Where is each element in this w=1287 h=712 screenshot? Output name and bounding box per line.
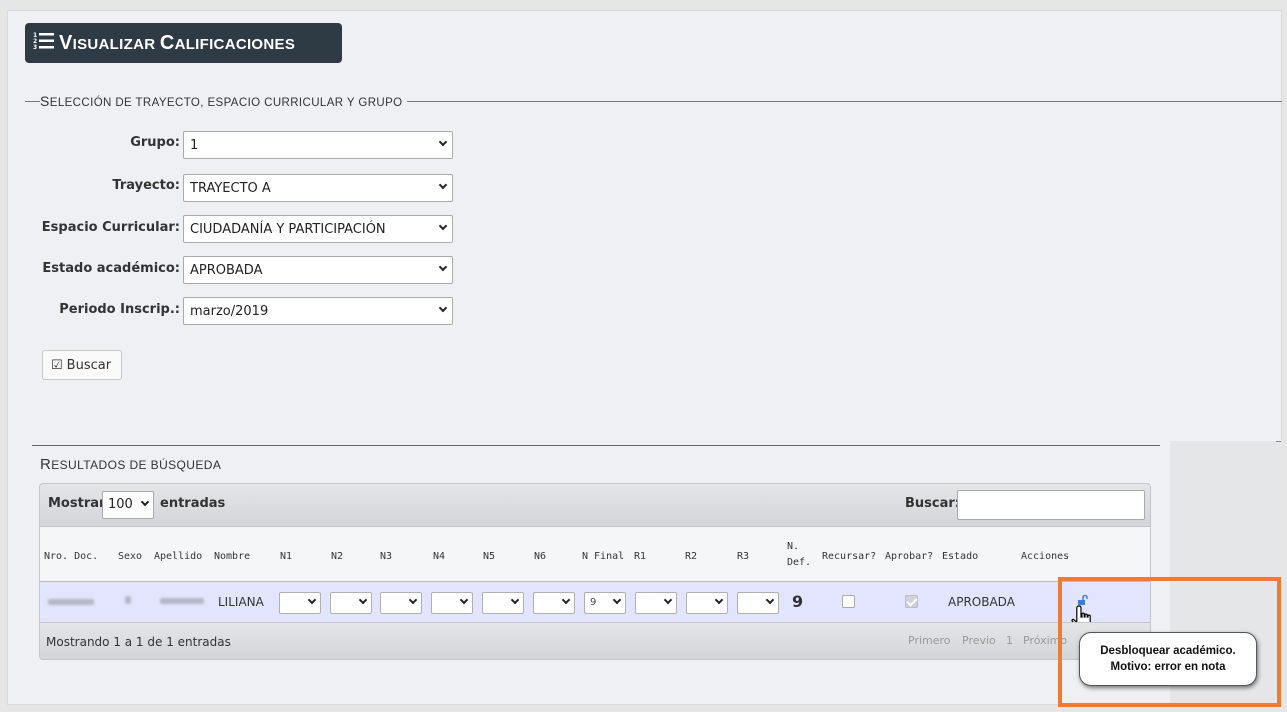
- chevron-down-icon: [140, 497, 150, 507]
- col-header[interactable]: Aprobar?: [885, 551, 933, 562]
- page-title: 1 2 3 VISUALIZAR CALIFICACIONES: [25, 23, 342, 63]
- n1-select[interactable]: [279, 592, 321, 614]
- chevron-down-icon: [438, 221, 448, 231]
- chevron-down-icon: [459, 595, 469, 605]
- chevron-down-icon: [714, 595, 724, 605]
- r1-select[interactable]: [635, 592, 677, 614]
- estado-select[interactable]: APROBADA: [183, 256, 453, 284]
- col-header[interactable]: Apellido: [154, 551, 202, 562]
- chevron-down-icon: [408, 595, 418, 605]
- col-header: Def.: [787, 557, 812, 568]
- results-title: RESULTADOS DE BÚSQUEDA: [40, 456, 222, 473]
- pager-prev[interactable]: Previo: [962, 634, 996, 647]
- recursar-checkbox[interactable]: [842, 595, 855, 608]
- chevron-down-icon: [765, 595, 775, 605]
- table-toolbar: Mostrar 100 entradas Buscar:: [39, 483, 1151, 527]
- col-header[interactable]: Nombre: [214, 551, 250, 562]
- table-footer: Mostrando 1 a 1 de 1 entradas Primero Pr…: [39, 622, 1151, 660]
- grupo-select[interactable]: 1: [183, 131, 453, 159]
- r2-select[interactable]: [686, 592, 728, 614]
- table-info: Mostrando 1 a 1 de 1 entradas: [46, 635, 231, 649]
- redacted-doc: [48, 599, 94, 605]
- chevron-down-icon: [438, 303, 448, 313]
- col-header[interactable]: Recursar?: [822, 551, 876, 562]
- espacio-row: Espacio Curricular:: [0, 215, 180, 243]
- svg-text:3: 3: [33, 44, 37, 51]
- col-header[interactable]: N6: [534, 551, 546, 562]
- estado-label: Estado académico:: [42, 261, 180, 276]
- col-header[interactable]: Sexo: [118, 551, 142, 562]
- table-row: LILIANA 9 9 APROBADA: [39, 582, 1151, 622]
- trayecto-label: Trayecto:: [112, 178, 180, 193]
- chevron-down-icon: [438, 180, 448, 190]
- col-header[interactable]: N5: [483, 551, 495, 562]
- n4-select[interactable]: [431, 592, 473, 614]
- page-title-text: VISUALIZAR CALIFICACIONES: [59, 31, 296, 54]
- espacio-label: Espacio Curricular:: [41, 220, 180, 235]
- fieldset-legend: SELECCIÓN DE TRAYECTO, ESPACIO CURRICULA…: [40, 93, 407, 109]
- col-header[interactable]: R2: [685, 551, 697, 562]
- chevron-down-icon: [561, 595, 571, 605]
- search-input[interactable]: [957, 490, 1145, 520]
- chevron-down-icon: [438, 137, 448, 147]
- check-square-icon: ☑: [51, 357, 63, 373]
- col-header[interactable]: N4: [433, 551, 445, 562]
- n5-select[interactable]: [482, 592, 524, 614]
- chevron-down-icon: [510, 595, 520, 605]
- table-header: Nro. Doc. Sexo Apellido Nombre N1 N2 N3 …: [39, 527, 1151, 582]
- periodo-row: Periodo Inscrip.:: [0, 297, 180, 325]
- estado-cell: APROBADA: [948, 595, 1015, 609]
- col-header[interactable]: N.: [787, 541, 799, 552]
- n-final-select[interactable]: 9: [584, 592, 626, 614]
- col-header[interactable]: Acciones: [1021, 551, 1069, 562]
- espacio-select[interactable]: CIUDADANÍA Y PARTICIPACIÓN: [183, 215, 453, 243]
- col-header[interactable]: Estado: [942, 551, 978, 562]
- col-header[interactable]: R3: [737, 551, 749, 562]
- col-header[interactable]: N Final: [582, 551, 624, 562]
- col-header[interactable]: N3: [380, 551, 392, 562]
- tooltip-line-2: Motivo: error en nota: [1110, 661, 1226, 673]
- periodo-select[interactable]: marzo/2019: [183, 297, 453, 325]
- divider: [1276, 441, 1281, 442]
- n6-select[interactable]: [533, 592, 575, 614]
- chevron-down-icon: [307, 595, 317, 605]
- periodo-label: Periodo Inscrip.:: [59, 302, 180, 317]
- search-label: Buscar:: [905, 496, 960, 511]
- page-length-select[interactable]: 100: [102, 491, 154, 519]
- chevron-down-icon: [358, 595, 368, 605]
- tooltip-line-1: Desbloquear académico.: [1100, 645, 1236, 657]
- col-header[interactable]: N2: [331, 551, 343, 562]
- chevron-down-icon: [612, 595, 622, 605]
- col-header[interactable]: Nro. Doc.: [44, 551, 98, 562]
- aprobar-checkbox[interactable]: [905, 595, 918, 608]
- n3-select[interactable]: [380, 592, 422, 614]
- numbered-list-icon: 1 2 3: [33, 31, 55, 55]
- nombre-cell: LILIANA: [218, 595, 264, 609]
- chevron-down-icon: [438, 262, 448, 272]
- redacted-surname: [160, 598, 204, 604]
- redacted-sex: [125, 596, 131, 604]
- grupo-row: Grupo:: [0, 130, 180, 158]
- col-header[interactable]: N1: [280, 551, 292, 562]
- divider: [32, 445, 1160, 446]
- col-header[interactable]: R1: [634, 551, 646, 562]
- grupo-label: Grupo:: [130, 135, 180, 150]
- chevron-down-icon: [663, 595, 673, 605]
- pager-page[interactable]: 1: [1006, 634, 1013, 647]
- entries-label: entradas: [160, 496, 226, 511]
- n-def-cell: 9: [792, 592, 804, 611]
- n2-select[interactable]: [330, 592, 372, 614]
- show-label: Mostrar: [48, 496, 106, 511]
- trayecto-select[interactable]: TRAYECTO A: [183, 174, 453, 202]
- pager-first[interactable]: Primero: [908, 634, 951, 647]
- tooltip: Desbloquear académico. Motivo: error en …: [1079, 632, 1257, 686]
- trayecto-row: Trayecto:: [0, 173, 180, 201]
- estado-row: Estado académico:: [0, 256, 180, 284]
- buscar-button[interactable]: ☑ Buscar: [42, 350, 122, 380]
- buscar-button-label: Buscar: [66, 357, 112, 373]
- r3-select[interactable]: [737, 592, 779, 614]
